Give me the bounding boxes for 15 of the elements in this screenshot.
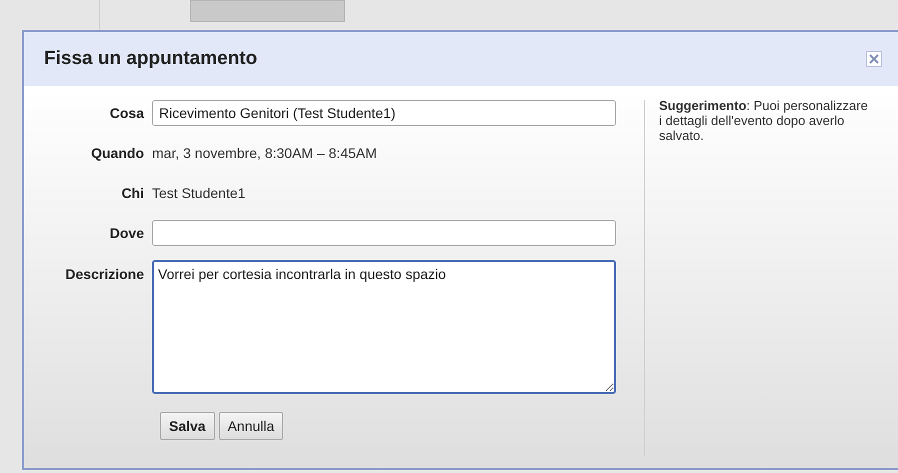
- field-label: Dove: [108, 224, 145, 242]
- description-field[interactable]: Vorrei per cortesia incontrarla in questo spazio: [152, 260, 616, 394]
- close-icon[interactable]: [866, 51, 882, 67]
- text-input-field[interactable]: Ricevimento Genitori (Test Studente1): [152, 100, 616, 126]
- field-label: Chi: [120, 184, 145, 202]
- field-label: Quando: [90, 144, 145, 163]
- field-label: Cosa: [108, 104, 146, 122]
- dialog-button[interactable]: Annulla: [218, 412, 284, 440]
- field-value: Test Studente1: [152, 184, 246, 202]
- dialog-title: Fissa un appuntamento: [44, 46, 258, 71]
- hint-text: Suggerimento: Puoi personalizzare i dettagli dell'evento dopo averlo salvato.: [659, 98, 869, 143]
- field-label: Descrizione: [64, 265, 145, 284]
- text-input-field[interactable]: [152, 220, 616, 246]
- field-value: mar, 3 novembre, 8:30AM – 8:45AM: [152, 144, 377, 162]
- dialog-button[interactable]: Salva: [160, 412, 215, 440]
